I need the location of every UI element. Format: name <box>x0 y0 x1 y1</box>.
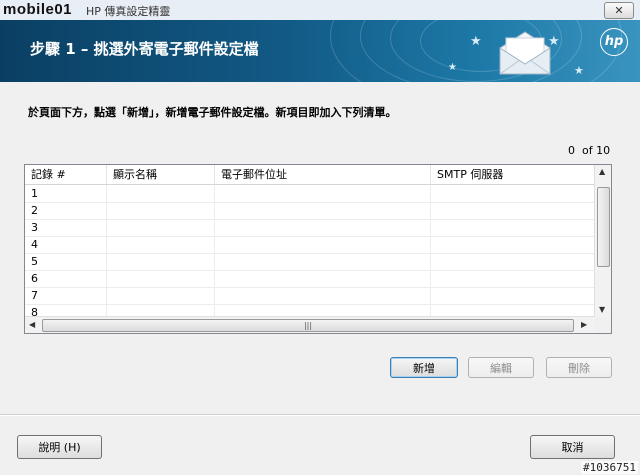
watermark: #1036751 <box>581 461 638 474</box>
table-cell: 6 <box>25 270 107 287</box>
close-button[interactable]: ✕ <box>604 2 634 19</box>
table-cell <box>431 185 595 202</box>
table-cell <box>215 270 431 287</box>
horizontal-scroll-thumb[interactable]: ||| <box>42 319 574 332</box>
hp-logo-icon: hp <box>600 28 628 56</box>
close-icon: ✕ <box>614 4 624 17</box>
scroll-up-icon[interactable]: ▲ <box>599 167 605 176</box>
table-row[interactable]: 1 <box>25 185 595 203</box>
table-row[interactable]: 4 <box>25 236 595 254</box>
scroll-right-icon[interactable]: ▶ <box>581 320 587 329</box>
envelope-icon <box>499 31 551 75</box>
table-row[interactable]: 3 <box>25 219 595 237</box>
scroll-left-icon[interactable]: ◀ <box>29 320 35 329</box>
table-row[interactable]: 5 <box>25 253 595 271</box>
table-cell <box>107 219 215 236</box>
table-cell <box>215 253 431 270</box>
scroll-corner <box>595 317 611 333</box>
vertical-scroll-thumb[interactable] <box>597 187 610 267</box>
table-cell: 3 <box>25 219 107 236</box>
table-cell <box>431 236 595 253</box>
column-header[interactable]: SMTP 伺服器 <box>431 165 595 184</box>
profile-count: 0 of 10 <box>568 144 610 157</box>
instruction-text: 於頁面下方，點選「新增」，新增電子郵件設定檔。新項目即加入下列清單。 <box>28 106 397 119</box>
column-header[interactable]: 記錄 # <box>25 165 107 184</box>
footer-divider <box>0 414 640 416</box>
table-cell <box>431 287 595 304</box>
delete-button[interactable]: 刪除 <box>546 357 612 378</box>
table-cell: 7 <box>25 287 107 304</box>
table-cell <box>215 185 431 202</box>
table-cell <box>431 270 595 287</box>
profile-list[interactable]: 記錄 # 顯示名稱 電子郵件位址 SMTP 伺服器 12345678 ▲ ▼ ◀… <box>24 164 612 334</box>
window-title: HP 傳真設定精靈 <box>86 5 171 18</box>
column-header[interactable]: 顯示名稱 <box>107 165 215 184</box>
table-cell <box>107 185 215 202</box>
table-row[interactable]: 7 <box>25 287 595 305</box>
help-button[interactable]: 說明 (H) <box>17 435 102 459</box>
column-header[interactable]: 電子郵件位址 <box>215 165 431 184</box>
table-cell <box>107 253 215 270</box>
table-cell <box>107 287 215 304</box>
table-row[interactable]: 6 <box>25 270 595 288</box>
table-cell: 1 <box>25 185 107 202</box>
table-cell <box>215 287 431 304</box>
profile-count-max: of 10 <box>582 144 611 157</box>
table-cell <box>431 253 595 270</box>
table-cell <box>431 219 595 236</box>
table-cell <box>107 202 215 219</box>
table-cell <box>215 219 431 236</box>
brand-logo: mobile01 <box>3 1 73 18</box>
add-button[interactable]: 新增 <box>390 357 458 378</box>
table-cell: 5 <box>25 253 107 270</box>
list-header: 記錄 # 顯示名稱 電子郵件位址 SMTP 伺服器 <box>25 165 595 185</box>
vertical-scrollbar[interactable]: ▲ ▼ <box>594 165 611 317</box>
horizontal-scrollbar[interactable]: ◀ ||| ▶ <box>25 316 595 333</box>
table-cell: 4 <box>25 236 107 253</box>
table-cell <box>215 236 431 253</box>
window-titlebar: mobile01 HP 傳真設定精靈 ✕ <box>0 0 640 21</box>
step-title: 步驟 1 – 挑選外寄電子郵件設定檔 <box>30 40 259 58</box>
table-cell <box>215 202 431 219</box>
edit-button[interactable]: 編輯 <box>468 357 534 378</box>
profile-count-current: 0 <box>568 144 575 157</box>
table-cell <box>431 202 595 219</box>
table-row[interactable]: 2 <box>25 202 595 220</box>
table-cell <box>107 236 215 253</box>
table-cell <box>107 270 215 287</box>
table-cell: 2 <box>25 202 107 219</box>
cancel-button[interactable]: 取消 <box>530 435 615 459</box>
wizard-banner: ★ ★ ★ ★ 步驟 1 – 挑選外寄電子郵件設定檔 hp <box>0 20 640 82</box>
scroll-down-icon[interactable]: ▼ <box>599 305 605 314</box>
